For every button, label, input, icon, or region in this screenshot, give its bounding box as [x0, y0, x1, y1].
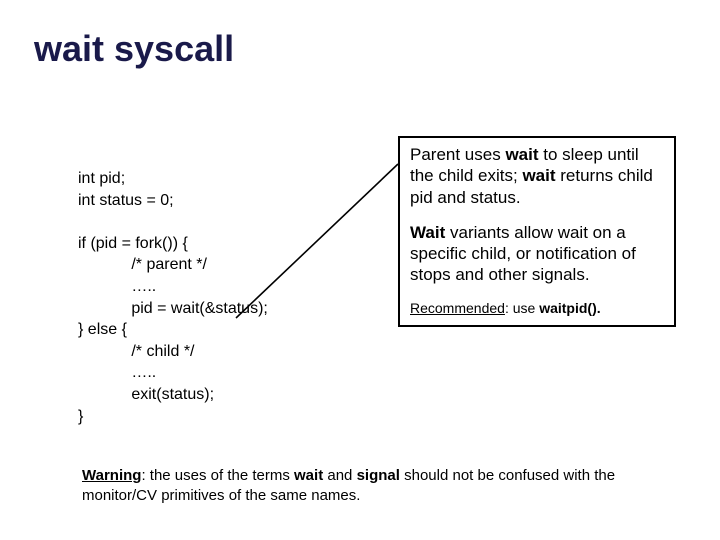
callout-recommended: Recommended: use waitpid(). [410, 300, 664, 318]
code-line: } else { [78, 321, 127, 338]
bold-wait: Wait [410, 223, 445, 242]
underline-recommended: Recommended [410, 300, 505, 316]
code-line: ….. [131, 364, 156, 381]
callout-para-2: Wait variants allow wait on a specific c… [410, 222, 664, 286]
text: and [323, 467, 356, 484]
bold-wait: wait [505, 145, 538, 164]
code-line: /* parent */ [131, 256, 207, 273]
code-line: int pid; [78, 170, 125, 187]
warning-text: Warning: the uses of the terms wait and … [82, 466, 642, 507]
slide-title: wait syscall [34, 28, 234, 70]
code-line: exit(status); [131, 386, 214, 403]
bold-waitpid: waitpid(). [539, 300, 600, 316]
code-block: int pid; int status = 0; if (pid = fork(… [78, 168, 268, 427]
bold-wait: wait [522, 166, 555, 185]
text: : use [505, 300, 539, 316]
code-line: /* child */ [131, 343, 194, 360]
callout-box: Parent uses wait to sleep until the chil… [398, 136, 676, 327]
code-line: if (pid = fork()) { [78, 235, 188, 252]
underline-warning: Warning [82, 467, 141, 484]
code-line: pid = wait(&status); [131, 300, 268, 317]
callout-para-1: Parent uses wait to sleep until the chil… [410, 144, 664, 208]
code-line: int status = 0; [78, 192, 174, 209]
code-line: ….. [131, 278, 156, 295]
text: : the uses of the terms [141, 467, 294, 484]
text: Parent uses [410, 145, 505, 164]
bold-wait: wait [294, 467, 323, 484]
code-line: } [78, 408, 83, 425]
bold-signal: signal [357, 467, 400, 484]
